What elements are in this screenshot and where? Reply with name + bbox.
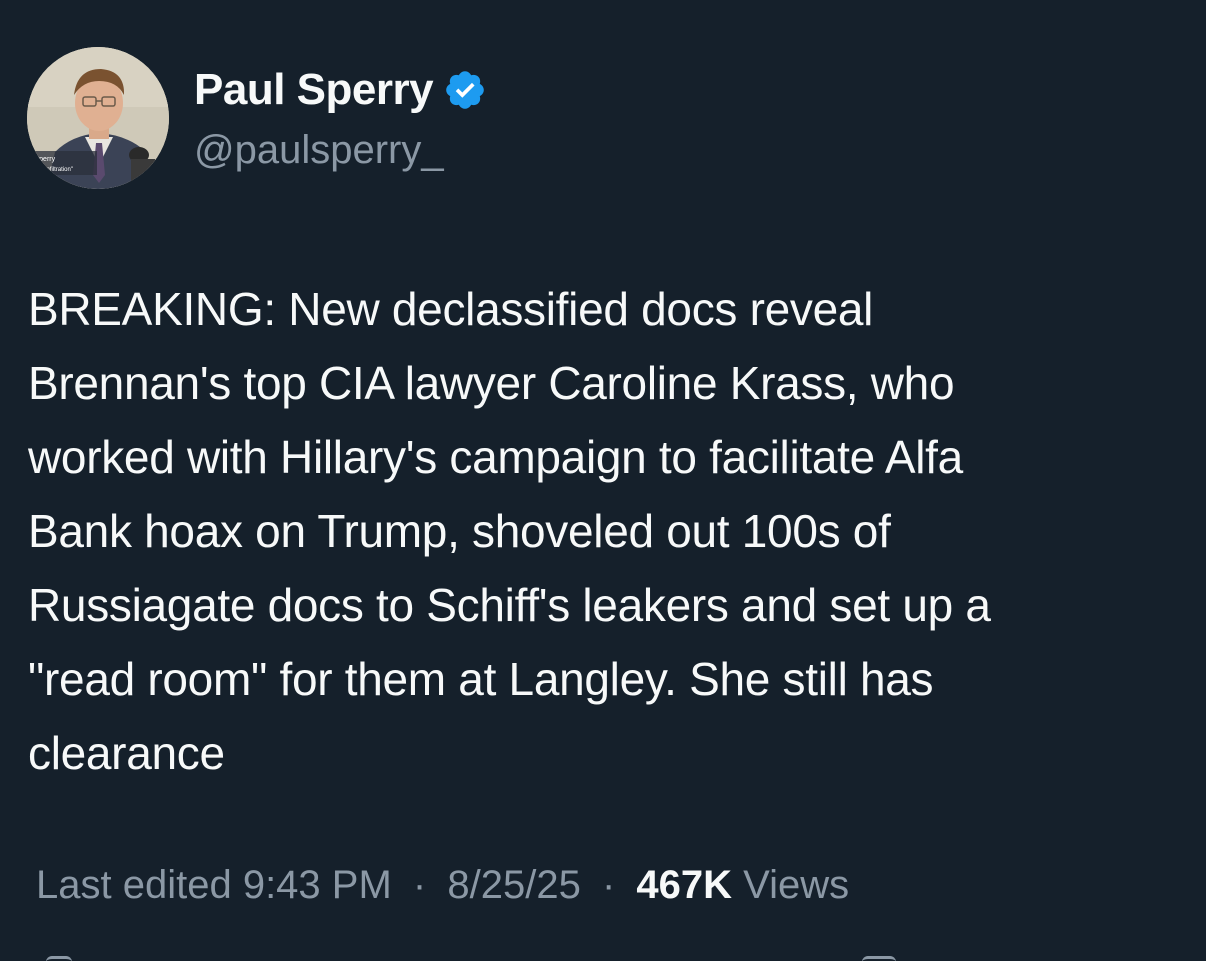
author-handle[interactable]: @paulsperry_ xyxy=(194,126,444,174)
views-label: Views xyxy=(743,863,850,907)
avatar-photo: l Sperry hor, "Infiltration" xyxy=(27,47,169,189)
tweet-date[interactable]: 8/25/25 xyxy=(447,863,580,907)
reply-icon[interactable] xyxy=(46,956,72,961)
action-bar-peek xyxy=(0,952,1206,961)
tweet-meta: Last edited 9:43 PM · 8/25/25 · 467K Vie… xyxy=(36,858,849,912)
meta-separator: · xyxy=(601,863,616,907)
avatar-caption-line1: l Sperry xyxy=(31,156,56,163)
verified-badge-icon[interactable] xyxy=(443,68,487,112)
author-display-name[interactable]: Paul Sperry xyxy=(194,64,434,116)
avatar[interactable]: l Sperry hor, "Infiltration" xyxy=(27,47,169,189)
edited-timestamp[interactable]: Last edited 9:43 PM xyxy=(36,863,392,907)
meta-separator: · xyxy=(412,863,427,907)
views-count[interactable]: 467K xyxy=(636,863,732,907)
author-name-row: Paul Sperry xyxy=(194,64,487,116)
avatar-caption-line2: hor, "Infiltration" xyxy=(31,167,73,173)
tweet-text: BREAKING: New declassified docs reveal B… xyxy=(28,283,991,779)
bookmark-icon[interactable] xyxy=(862,956,896,961)
tweet-card: l Sperry hor, "Infiltration" Paul Sperry… xyxy=(0,0,1206,961)
